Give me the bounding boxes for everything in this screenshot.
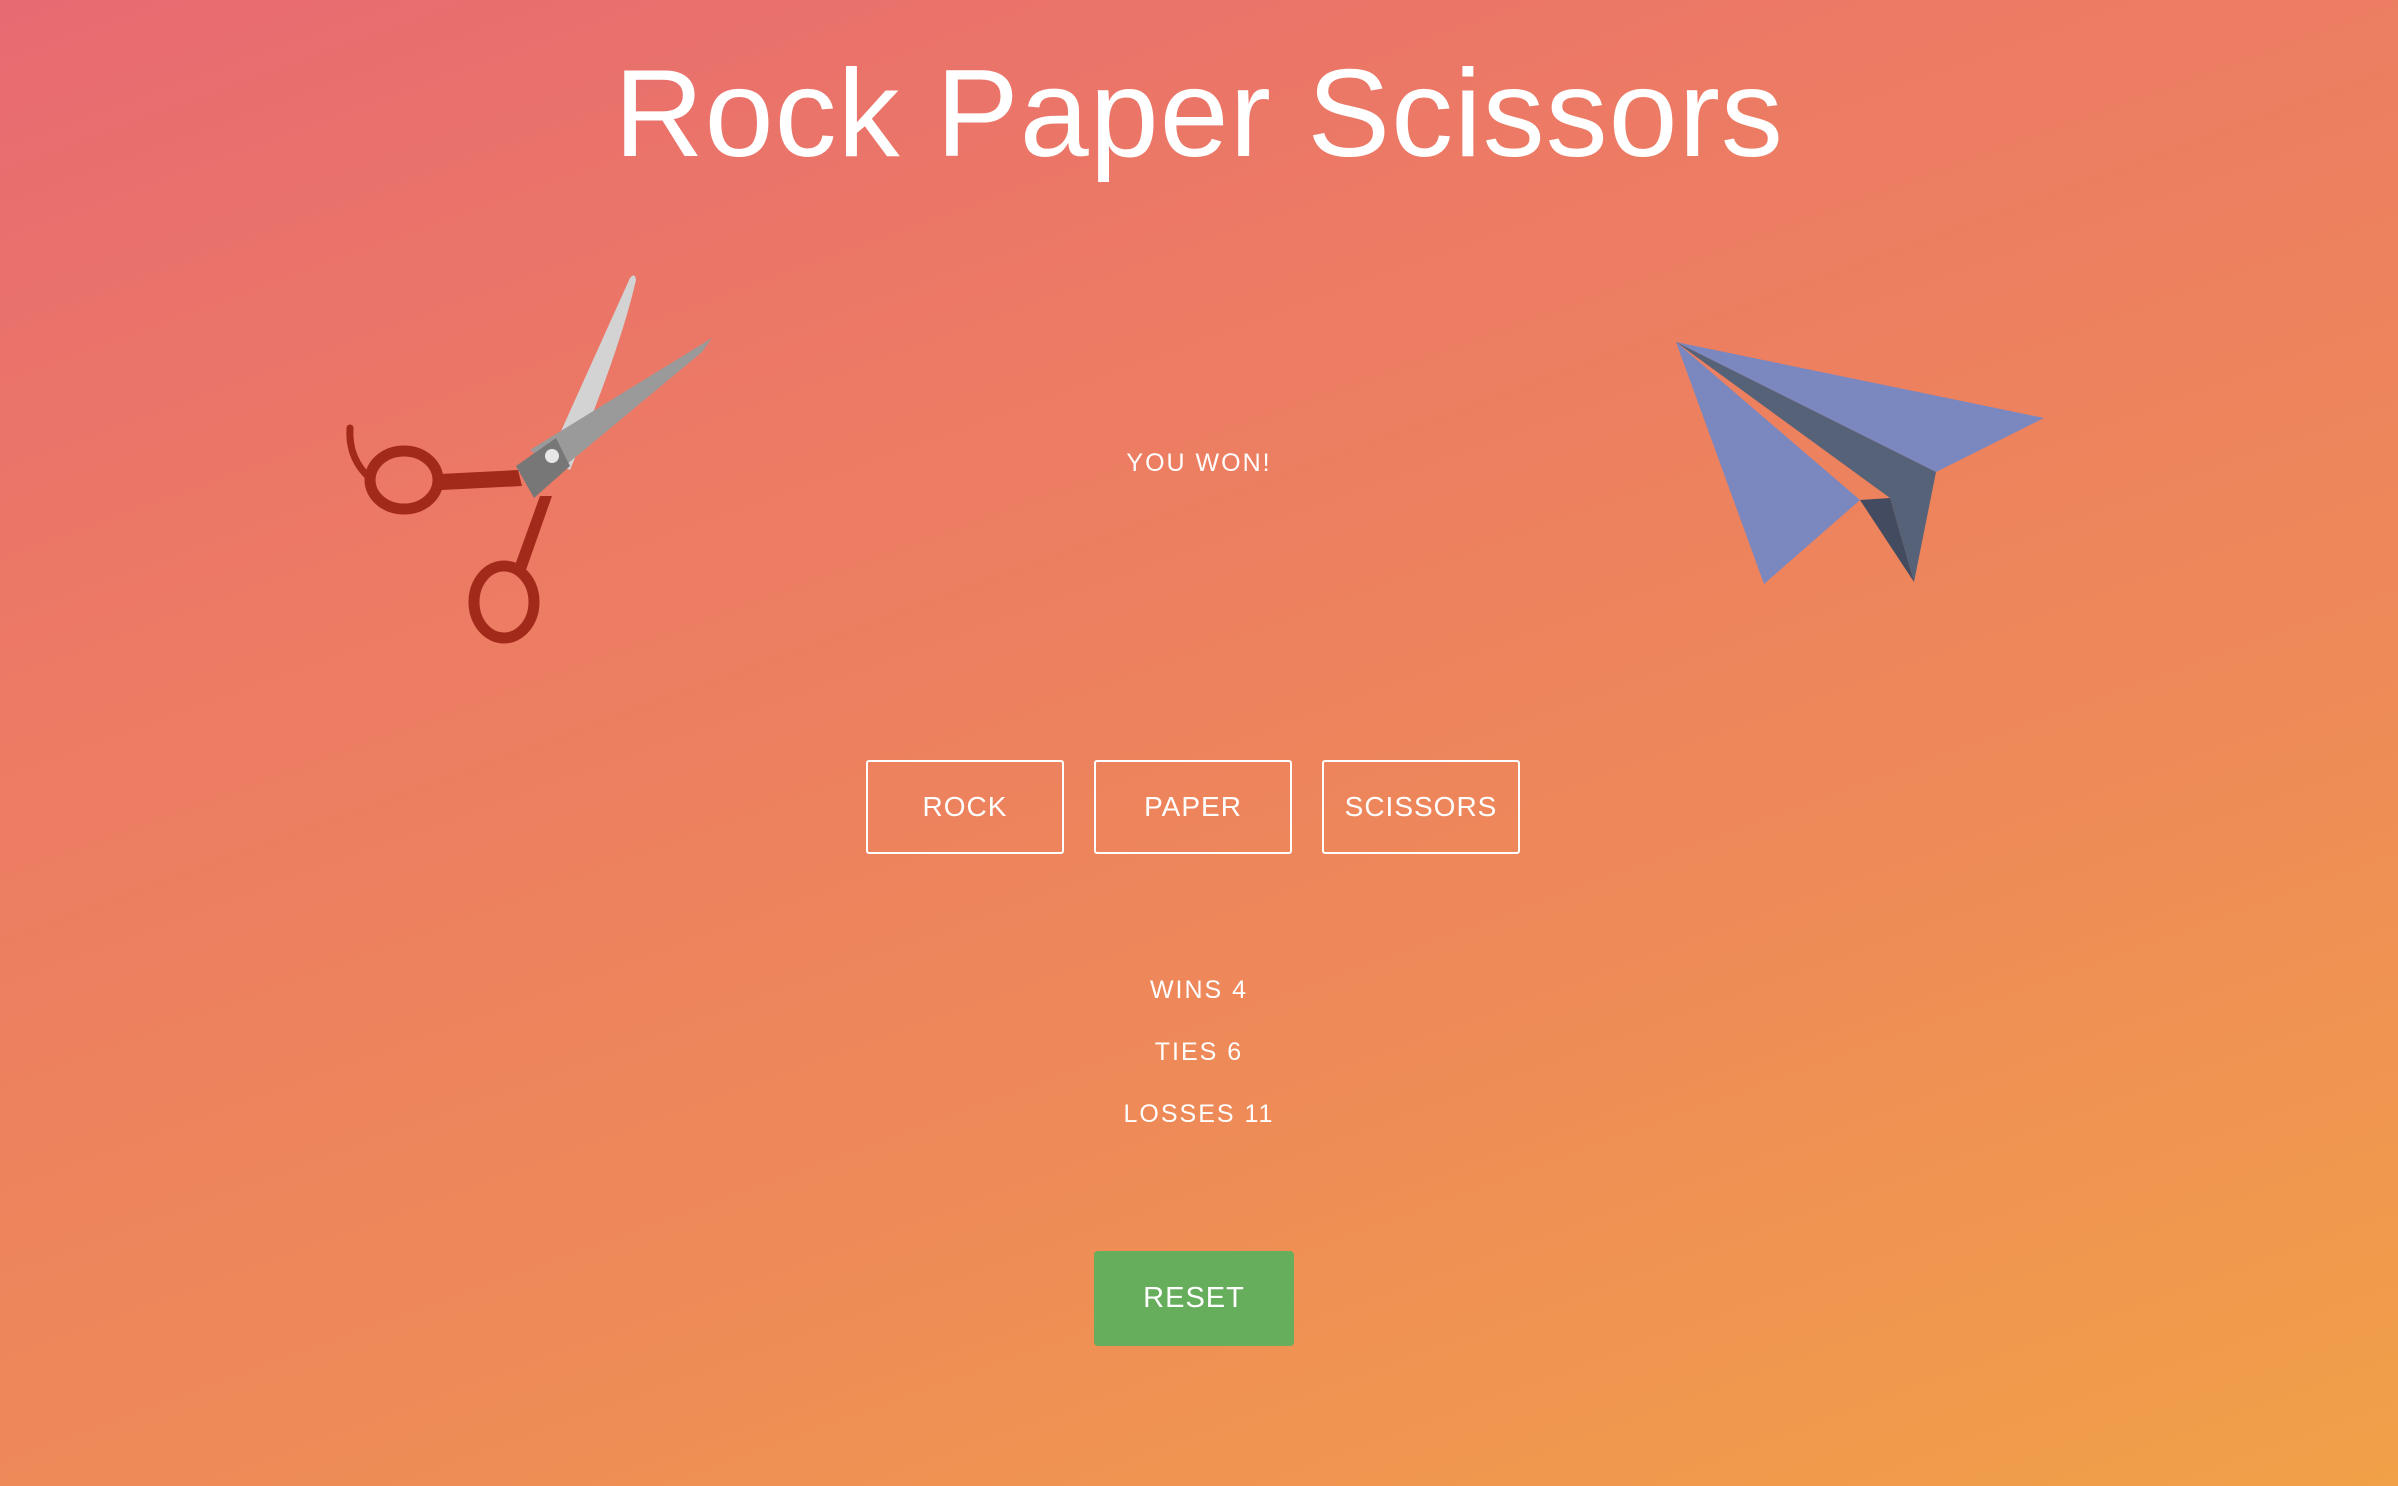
reset-button[interactable]: RESET — [1094, 1251, 1294, 1346]
losses-count: LOSSES 11 — [1123, 1100, 1275, 1128]
computer-choice — [1660, 330, 2060, 600]
wins-count: WINS 4 — [1149, 976, 1249, 1004]
page-title: Rock Paper Scissors — [614, 45, 1784, 183]
scissors-button[interactable]: SCISSORS — [1322, 760, 1520, 854]
rock-button[interactable]: ROCK — [866, 760, 1064, 854]
paper-button[interactable]: PAPER — [1094, 760, 1292, 854]
ties-count: TIES 6 — [1154, 1038, 1244, 1066]
score-stats: WINS 4 TIES 6 LOSSES 11 — [0, 974, 2398, 1160]
paper-plane-icon — [1676, 342, 2044, 584]
choice-buttons: ROCK PAPER SCISSORS — [866, 760, 1522, 856]
